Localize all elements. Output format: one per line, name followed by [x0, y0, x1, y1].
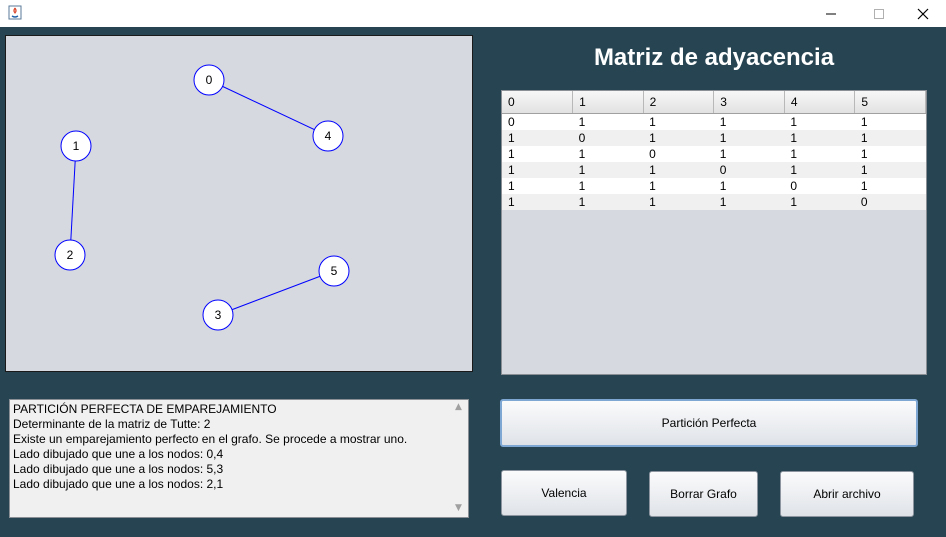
table-row[interactable]: 111110 — [502, 194, 926, 210]
log-line: Lado dibujado que une a los nodos: 5,3 — [13, 462, 224, 476]
minimize-icon — [826, 13, 836, 14]
minimize-button[interactable] — [808, 0, 854, 27]
close-button[interactable] — [900, 0, 946, 27]
maximize-button[interactable] — [856, 0, 902, 27]
table-cell[interactable]: 1 — [854, 178, 926, 194]
table-cell[interactable]: 1 — [713, 194, 785, 210]
graph-drawing: 0 1 2 3 4 5 — [54, 64, 350, 331]
graph-node-5[interactable]: 5 — [318, 255, 350, 287]
graph-node-label: 1 — [73, 139, 80, 153]
log-text: PARTICIÓN PERFECTA DE EMPAREJAMIENTO Dete… — [13, 402, 407, 492]
table-cell[interactable]: 1 — [502, 146, 573, 162]
graph-edge-0-4 — [208, 79, 329, 137]
matrix-title: Matriz de adyacencia — [593, 44, 835, 71]
log-line: Determinante de la matriz de Tutte: 2 — [13, 417, 211, 431]
table-cell[interactable]: 1 — [784, 130, 855, 146]
table-row[interactable]: 110111 — [502, 146, 926, 162]
java-app-icon — [8, 5, 22, 20]
graph-edge-2-1 — [69, 145, 77, 256]
column-header-3[interactable]: 3 — [713, 91, 785, 114]
adjacency-table-container[interactable]: 012345 011111101111110111111011111101111… — [501, 90, 927, 375]
abrir-archivo-button[interactable]: Abrir archivo — [780, 471, 914, 517]
table-cell[interactable]: 1 — [643, 130, 714, 146]
graph-node-2[interactable]: 2 — [54, 239, 86, 271]
table-cell[interactable]: 1 — [784, 162, 855, 178]
column-header-0[interactable]: 0 — [502, 91, 574, 114]
column-header-2[interactable]: 2 — [643, 91, 715, 114]
scroll-down-icon[interactable]: ▼ — [455, 503, 462, 513]
graph-node-4[interactable]: 4 — [312, 120, 344, 152]
table-cell[interactable]: 1 — [572, 113, 644, 130]
table-cell[interactable]: 1 — [502, 130, 573, 146]
log-scrollbar[interactable]: ▲ ▼ — [452, 400, 468, 517]
close-icon — [917, 8, 929, 19]
table-cell[interactable]: 0 — [713, 162, 785, 178]
table-cell[interactable]: 1 — [643, 113, 714, 130]
table-cell[interactable]: 1 — [502, 194, 573, 210]
table-cell[interactable]: 1 — [572, 162, 644, 178]
table-cell[interactable]: 1 — [643, 162, 714, 178]
table-cell[interactable]: 1 — [854, 130, 926, 146]
table-cell[interactable]: 0 — [572, 130, 644, 146]
graph-node-label: 5 — [331, 264, 338, 278]
graph-node-label: 4 — [325, 129, 332, 143]
scroll-up-icon[interactable]: ▲ — [455, 402, 462, 412]
column-header-4[interactable]: 4 — [784, 91, 856, 114]
log-line: Lado dibujado que une a los nodos: 0,4 — [13, 447, 224, 461]
table-cell[interactable]: 0 — [854, 194, 926, 210]
table-cell[interactable]: 1 — [572, 178, 644, 194]
table-body: 011111101111110111111011111101111110 — [502, 113, 926, 210]
graph-canvas[interactable]: 0 1 2 3 4 5 — [5, 35, 473, 372]
output-log[interactable]: PARTICIÓN PERFECTA DE EMPAREJAMIENTO Dete… — [9, 399, 469, 518]
borrar-grafo-button[interactable]: Borrar Grafo — [649, 471, 758, 517]
column-header-1[interactable]: 1 — [572, 91, 644, 114]
table-cell[interactable]: 1 — [854, 146, 926, 162]
graph-node-label: 0 — [206, 73, 213, 87]
table-cell[interactable]: 1 — [643, 178, 714, 194]
valencia-button[interactable]: Valencia — [501, 470, 627, 516]
table-row[interactable]: 111011 — [502, 162, 926, 178]
table-cell[interactable]: 1 — [713, 113, 785, 130]
table-cell[interactable]: 1 — [784, 113, 855, 130]
table-cell[interactable]: 1 — [643, 194, 714, 210]
table-cell[interactable]: 1 — [713, 178, 785, 194]
log-line: Existe un emparejamiento perfecto en el … — [13, 432, 408, 446]
table-row[interactable]: 101111 — [502, 130, 926, 146]
table-cell[interactable]: 1 — [572, 146, 644, 162]
graph-edge-5-3 — [217, 270, 335, 316]
log-line: PARTICIÓN PERFECTA DE EMPAREJAMIENTO — [13, 402, 277, 416]
table-cell[interactable]: 0 — [643, 146, 714, 162]
table-cell[interactable]: 0 — [784, 178, 855, 194]
graph-node-label: 3 — [215, 308, 222, 322]
title-bar — [0, 0, 946, 27]
maximize-icon — [874, 8, 884, 19]
table-cell[interactable]: 1 — [713, 146, 785, 162]
graph-node-0[interactable]: 0 — [193, 64, 225, 96]
graph-node-label: 2 — [67, 248, 74, 262]
table-header-row: 012345 — [502, 91, 926, 114]
table-cell[interactable]: 1 — [572, 194, 644, 210]
adjacency-table: 012345 011111101111110111111011111101111… — [502, 91, 926, 210]
table-cell[interactable]: 1 — [784, 194, 855, 210]
particion-perfecta-button[interactable]: Partición Perfecta — [500, 399, 918, 447]
table-cell[interactable]: 1 — [502, 178, 573, 194]
graph-node-1[interactable]: 1 — [60, 130, 92, 162]
table-cell[interactable]: 1 — [502, 162, 573, 178]
column-header-5[interactable]: 5 — [854, 91, 926, 114]
graph-node-3[interactable]: 3 — [202, 299, 234, 331]
log-line: Lado dibujado que une a los nodos: 2,1 — [13, 477, 224, 491]
table-cell[interactable]: 1 — [784, 146, 855, 162]
table-row[interactable]: 011111 — [502, 113, 926, 130]
table-cell[interactable]: 1 — [713, 130, 785, 146]
table-cell[interactable]: 1 — [854, 113, 926, 130]
table-cell[interactable]: 1 — [854, 162, 926, 178]
table-cell[interactable]: 0 — [502, 113, 573, 130]
table-row[interactable]: 111101 — [502, 178, 926, 194]
